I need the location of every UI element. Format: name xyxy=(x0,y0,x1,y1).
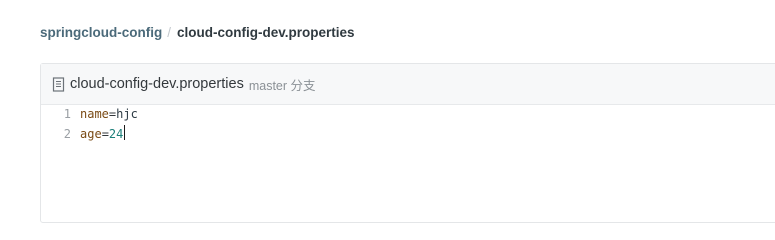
line-number: 2 xyxy=(63,126,71,141)
property-equals: = xyxy=(108,107,117,121)
property-value: hjc xyxy=(116,107,138,121)
branch-label: master 分支 xyxy=(248,78,316,93)
code-editor[interactable]: 1 name = hjc 2 age = 24 xyxy=(41,105,138,144)
file-name: cloud-config-dev.properties xyxy=(70,76,244,92)
file-viewer: cloud-config-dev.properties master 分支 1 … xyxy=(40,63,775,223)
code-line[interactable]: 1 name = hjc xyxy=(41,105,138,125)
file-icon xyxy=(52,76,65,92)
property-key: name xyxy=(80,107,109,121)
breadcrumb-repo-link[interactable]: springcloud-config xyxy=(40,25,162,40)
page: springcloud-config / cloud-config-dev.pr… xyxy=(0,0,775,223)
property-key: age xyxy=(80,126,102,141)
line-number: 1 xyxy=(63,107,71,121)
breadcrumb-separator: / xyxy=(167,24,172,40)
file-header: cloud-config-dev.properties master 分支 xyxy=(41,64,775,105)
property-value: 24 xyxy=(108,126,124,141)
breadcrumb: springcloud-config / cloud-config-dev.pr… xyxy=(40,22,355,42)
breadcrumb-file-name: cloud-config-dev.properties xyxy=(177,24,355,40)
text-cursor xyxy=(124,124,126,140)
code-line[interactable]: 2 age = 24 xyxy=(41,124,138,145)
property-equals: = xyxy=(101,126,109,141)
